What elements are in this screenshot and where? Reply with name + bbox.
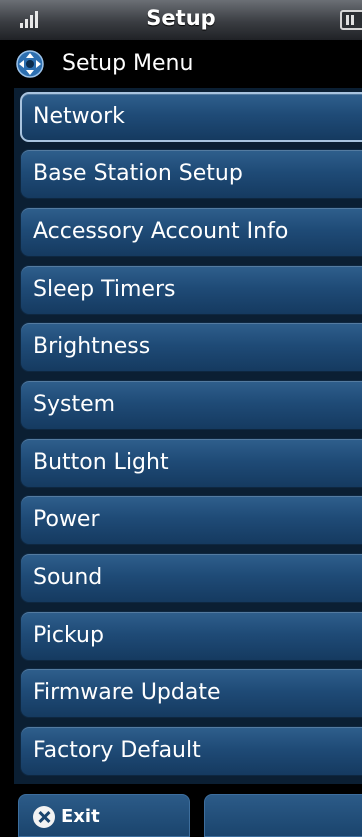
menu-item-sleep-timers[interactable]: Sleep Timers <box>20 265 362 315</box>
right-softkey-button[interactable] <box>204 794 362 837</box>
setup-menu-list: Network Base Station Setup Accessory Acc… <box>14 88 362 784</box>
menu-item-sound[interactable]: Sound <box>20 553 362 603</box>
menu-item-accessory-account-info[interactable]: Accessory Account Info <box>20 207 362 257</box>
header: Setup Menu <box>0 40 362 88</box>
header-title: Setup Menu <box>62 51 194 76</box>
exit-button[interactable]: Exit <box>18 794 190 837</box>
softkey-bar: Exit <box>0 784 362 837</box>
navigation-dpad-icon <box>16 50 44 78</box>
status-title: Setup <box>146 6 216 30</box>
setup-screen: Setup Setup Menu Network Base Station Se… <box>0 0 362 837</box>
menu-item-factory-default[interactable]: Factory Default <box>20 726 362 776</box>
menu-item-pickup[interactable]: Pickup <box>20 611 362 661</box>
status-bar: Setup <box>0 0 362 40</box>
menu-item-power[interactable]: Power <box>20 495 362 545</box>
menu-item-brightness[interactable]: Brightness <box>20 322 362 372</box>
battery-icon <box>340 10 362 30</box>
menu-item-firmware-update[interactable]: Firmware Update <box>20 668 362 718</box>
menu-item-network[interactable]: Network <box>20 92 362 142</box>
exit-label: Exit <box>61 806 100 827</box>
close-circle-icon <box>33 806 55 828</box>
menu-item-system[interactable]: System <box>20 380 362 430</box>
menu-item-button-light[interactable]: Button Light <box>20 438 362 488</box>
menu-item-base-station-setup[interactable]: Base Station Setup <box>20 149 362 199</box>
